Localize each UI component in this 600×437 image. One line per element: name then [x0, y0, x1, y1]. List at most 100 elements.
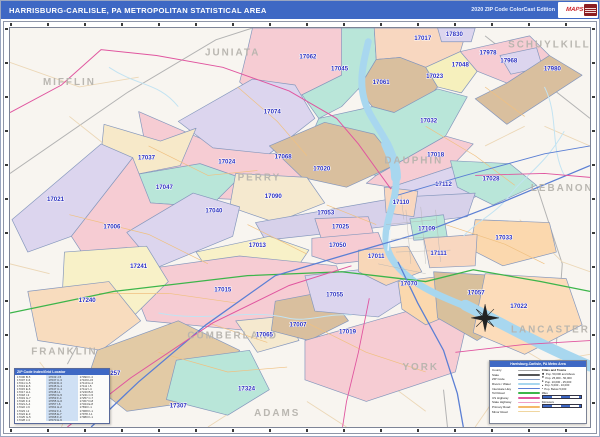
zip-label-17040: 17040	[205, 208, 223, 215]
zip-label-17022: 17022	[510, 303, 528, 310]
legend-item-label: Primary Road	[492, 405, 518, 409]
legend-item: Minor Road	[492, 409, 540, 414]
zip-label-17110: 17110	[393, 199, 410, 206]
zip-label-17015: 17015	[214, 286, 232, 293]
grid-ticks-left	[5, 28, 8, 427]
zip-label-17047: 17047	[156, 184, 174, 191]
zip-label-17024: 17024	[218, 159, 236, 166]
zip-label-17062: 17062	[299, 53, 317, 60]
county-label-franklin: FRANKLIN	[31, 346, 97, 357]
zip-label-17021: 17021	[47, 196, 65, 203]
county-label-adams: ADAMS	[254, 408, 300, 419]
scale-bar-miles: Miles	[542, 392, 584, 399]
grid-ticks-bottom	[10, 429, 590, 432]
index-entry: 17980 K-1	[80, 416, 109, 419]
legend-swatch	[518, 392, 540, 394]
zip-region-17033	[470, 220, 556, 266]
map-document: HARRISBURG-CARLISLE, PA METROPOLITAN STA…	[0, 0, 600, 437]
map-canvas[interactable]: MIFFLINJUNIATASCHUYLKILLPERRYDAUPHINLEBA…	[9, 27, 591, 428]
zip-label-17032: 17032	[420, 117, 438, 124]
zip-label-17050: 17050	[329, 242, 347, 249]
grid-ticks-top	[10, 23, 590, 26]
county-label-lancaster: LANCASTER	[511, 325, 590, 336]
legend-city-label: Pop. Below 5,000	[544, 387, 566, 391]
zip-label-17055: 17055	[326, 291, 344, 298]
county-label-lebanon: LEBANON	[531, 183, 590, 194]
zip-label-17324: 17324	[238, 386, 256, 393]
zip-label-17020: 17020	[313, 166, 331, 173]
title-bar: HARRISBURG-CARLISLE, PA METROPOLITAN STA…	[1, 1, 599, 19]
zip-label-17006: 17006	[103, 224, 121, 231]
legend-item-label: Minor Road	[492, 410, 518, 414]
logo-badge	[584, 4, 597, 16]
zip-label-17013: 17013	[249, 242, 267, 249]
legend-item-label: Interstate Hwy	[492, 387, 518, 391]
zip-index-columns: 17006 B-517007 F-617011 G-517013 E-51701…	[15, 375, 109, 421]
zip-index-box: ZIP Code Index/Grid Locator 17006 B-5170…	[14, 368, 110, 424]
legend-swatch	[518, 374, 540, 376]
zip-index-col-2: 17033 J-517037 C-317040 D-417045 G-11704…	[46, 375, 77, 421]
legend-item-label: US Highway	[492, 396, 518, 400]
legend-swatch	[518, 383, 540, 385]
scale-km-bar	[542, 404, 582, 408]
zip-label-17241: 17241	[130, 263, 148, 270]
zip-label-17240: 17240	[79, 297, 97, 304]
city-dot-icon: ●	[542, 384, 544, 387]
legend-swatch	[518, 411, 540, 413]
zip-label-17045: 17045	[331, 65, 349, 72]
zip-label-17017: 17017	[414, 35, 432, 42]
zip-index-col-3: 17090 F-417109 H-517110 H-417111 I-51711…	[78, 375, 109, 421]
city-dot-icon: ●	[542, 388, 543, 391]
zip-label-17011: 17011	[368, 253, 385, 260]
legend-swatch	[518, 379, 540, 381]
zip-label-17109: 17109	[418, 225, 436, 232]
zip-label-17019: 17019	[339, 329, 357, 336]
zip-label-17830: 17830	[446, 31, 464, 38]
county-label-mifflin: MIFFLIN	[43, 77, 96, 88]
legend-swatch	[518, 388, 540, 390]
zip-index-col-1: 17006 B-517007 F-617011 G-517013 E-51701…	[15, 375, 46, 421]
county-label-juniata: JUNIATA	[205, 48, 260, 59]
grid-ticks-right	[592, 28, 595, 427]
zip-label-17090: 17090	[265, 193, 283, 200]
legend-item-label: Toll Road	[492, 391, 518, 395]
legend-item-label: State	[492, 373, 518, 377]
legend-swatch	[518, 406, 540, 408]
legend-item-label: ZIP Code	[492, 377, 518, 381]
zip-label-17025: 17025	[332, 224, 350, 231]
city-dot-icon: ●	[542, 380, 544, 383]
zip-label-17980: 17980	[544, 65, 562, 72]
legend-city-rows: ●Pop. 50,000 and Above●Pop. 25,000 - 50,…	[542, 372, 584, 391]
zip-label-17033: 17033	[495, 234, 513, 241]
zip-label-17061: 17061	[373, 79, 391, 86]
county-label-york: YORK	[402, 362, 439, 373]
zip-label-17070: 17070	[400, 281, 418, 288]
county-label-schuylkill: SCHUYLKILL	[508, 40, 590, 51]
legend-swatch	[518, 402, 540, 404]
legend-line-items: CountyStateZIP CodeRivers / WaterInterst…	[492, 368, 540, 414]
legend-city-item: ●Pop. Below 5,000	[542, 387, 584, 391]
map-frame: MIFFLINJUNIATASCHUYLKILLPERRYDAUPHINLEBA…	[3, 21, 597, 434]
zip-label-17112: 17112	[435, 181, 452, 188]
legend-swatch	[518, 397, 540, 399]
legend-city-items: Cities and Towns ●Pop. 50,000 and Above●…	[540, 368, 584, 414]
legend-swatch	[518, 370, 540, 372]
legend-item-label: State Highway	[492, 400, 518, 404]
marketmaps-logo: MAPS	[558, 2, 598, 18]
logo-brand-text: MAPS	[565, 7, 583, 13]
zip-label-17074: 17074	[264, 109, 282, 116]
zip-label-17023: 17023	[426, 73, 444, 80]
zip-label-17111: 17111	[430, 250, 447, 257]
zip-label-17068: 17068	[275, 154, 293, 161]
zip-label-17007: 17007	[289, 322, 307, 329]
zip-label-17028: 17028	[482, 175, 500, 182]
zip-label-17053: 17053	[317, 210, 335, 217]
zip-label-17057: 17057	[468, 289, 486, 296]
zip-label-17065: 17065	[256, 332, 274, 339]
zip-label-17968: 17968	[500, 57, 518, 64]
zip-label-17037: 17037	[138, 155, 156, 162]
zip-label-17018: 17018	[427, 152, 445, 159]
zip-label-17048: 17048	[452, 61, 470, 68]
zip-label-17307: 17307	[170, 402, 188, 409]
zip-label-17978: 17978	[480, 50, 498, 57]
